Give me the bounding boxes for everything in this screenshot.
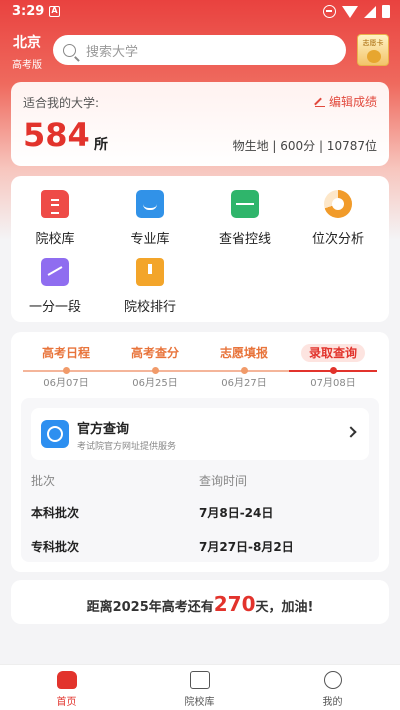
countdown-text: 距离2025年高考还有270天，加油!	[11, 592, 389, 616]
score-info: 物生地 | 600分 | 10787位	[232, 139, 377, 153]
exam-countdown: 距离2025年高考还有270天，加油!	[11, 580, 389, 624]
batch-name: 专科批次	[31, 540, 80, 554]
tool-label: 查省控线	[218, 232, 271, 247]
globe-icon	[41, 420, 69, 448]
official-query-link[interactable]: 官方查询 考试院官方网址提供服务	[31, 408, 369, 460]
university-count: 584	[23, 116, 90, 154]
batch-time: 7月27日-8月2日	[199, 540, 294, 554]
admission-timeline-card: 高考日程 高考查分 志愿填报 录取查询 06月07日 06月25日 06月27日…	[11, 332, 389, 572]
batch-name: 本科批次	[31, 506, 80, 520]
timeline-dot	[63, 367, 70, 374]
school-ranking-icon	[136, 258, 164, 286]
volunteer-card-button[interactable]: 志愿卡	[357, 34, 389, 66]
cellular-signal-icon	[364, 5, 376, 18]
top-header: 北京 高考版 搜索大学 志愿卡	[0, 28, 400, 72]
tool-label: 院校库	[35, 232, 75, 247]
tab-label: 首页	[56, 697, 77, 708]
tab-school-library[interactable]: 院校库	[133, 665, 266, 710]
city-name: 北京	[13, 35, 41, 51]
profile-face-icon	[323, 671, 342, 689]
chevron-right-icon	[345, 426, 357, 438]
city-selector[interactable]: 北京 高考版	[10, 32, 44, 71]
countdown-prefix: 距离2025年高考还有	[86, 600, 214, 615]
search-input[interactable]: 搜索大学	[53, 35, 346, 65]
notification-a-icon: A	[49, 6, 60, 17]
tool-score-segment[interactable]: 一分一段	[15, 258, 95, 315]
tool-label: 专业库	[130, 232, 170, 247]
crown-icon	[367, 50, 381, 63]
countdown-days: 270	[213, 592, 256, 616]
suitable-universities-card[interactable]: 适合我的大学: 编辑成绩 584 所 物生地 | 600分 | 10787位	[11, 82, 389, 166]
timeline-date: 06月27日	[221, 378, 267, 389]
score-segment-icon	[41, 258, 69, 286]
tool-label: 一分一段	[28, 300, 81, 315]
timeline-dot	[241, 367, 248, 374]
university-count-unit: 所	[94, 137, 108, 153]
timeline-step-admission-query[interactable]: 录取查询	[290, 344, 376, 362]
edit-score-button[interactable]: 编辑成绩	[314, 93, 377, 110]
search-placeholder: 搜索大学	[86, 44, 139, 60]
tool-major-library[interactable]: 专业库	[110, 190, 190, 247]
header-query-time: 查询时间	[199, 474, 248, 488]
header-batch: 批次	[31, 474, 56, 488]
timeline-date: 06月25日	[132, 378, 178, 389]
wifi-icon	[342, 5, 358, 18]
bottom-tab-bar: 首页 院校库 我的	[0, 664, 400, 710]
tool-school-library[interactable]: 院校库	[15, 190, 95, 247]
do-not-disturb-icon	[323, 5, 336, 18]
status-time: 3:29	[12, 4, 45, 19]
timeline-dot	[152, 367, 159, 374]
score-line-icon	[231, 190, 259, 218]
tool-rank-analysis[interactable]: 位次分析	[298, 190, 378, 247]
admission-query-panel: 官方查询 考试院官方网址提供服务 批次 查询时间 本科批次 7月8日-24日 专…	[21, 398, 379, 562]
timeline-date: 07月08日	[310, 378, 356, 389]
timeline-step-exam-schedule[interactable]: 高考日程	[23, 344, 109, 361]
tool-school-ranking[interactable]: 院校排行	[110, 258, 190, 315]
home-icon	[56, 671, 77, 689]
battery-icon	[382, 5, 390, 18]
official-query-title: 官方查询	[77, 422, 130, 437]
rank-analysis-icon	[324, 190, 352, 218]
school-library-icon	[41, 190, 69, 218]
major-library-icon	[136, 190, 164, 218]
exam-version: 高考版	[12, 60, 42, 71]
edit-icon	[314, 97, 325, 107]
status-bar: 3:29 A	[0, 0, 400, 24]
tool-label: 位次分析	[311, 232, 364, 247]
countdown-suffix: 天，加油!	[255, 600, 314, 615]
search-icon	[63, 43, 76, 57]
timeline-step-application[interactable]: 志愿填报	[201, 344, 287, 361]
volunteer-card-label: 志愿卡	[362, 39, 384, 47]
tab-label: 我的	[322, 697, 343, 708]
tab-profile[interactable]: 我的	[266, 665, 399, 710]
tool-label: 院校排行	[123, 300, 176, 315]
official-query-subtitle: 考试院官方网址提供服务	[77, 442, 177, 452]
edit-score-label: 编辑成绩	[328, 95, 377, 109]
timeline-dot-active	[330, 367, 337, 374]
tab-label: 院校库	[184, 697, 215, 708]
tool-score-line[interactable]: 查省控线	[205, 190, 285, 247]
tab-home[interactable]: 首页	[0, 665, 133, 710]
graduation-cap-icon	[189, 671, 210, 689]
tools-grid: 院校库 专业库 查省控线 位次分析 一分一段 院校排行	[11, 176, 389, 322]
suitable-label: 适合我的大学:	[23, 96, 100, 110]
timeline-step-score-check[interactable]: 高考查分	[112, 344, 198, 361]
timeline-date: 06月07日	[43, 378, 89, 389]
batch-time: 7月8日-24日	[199, 506, 274, 520]
